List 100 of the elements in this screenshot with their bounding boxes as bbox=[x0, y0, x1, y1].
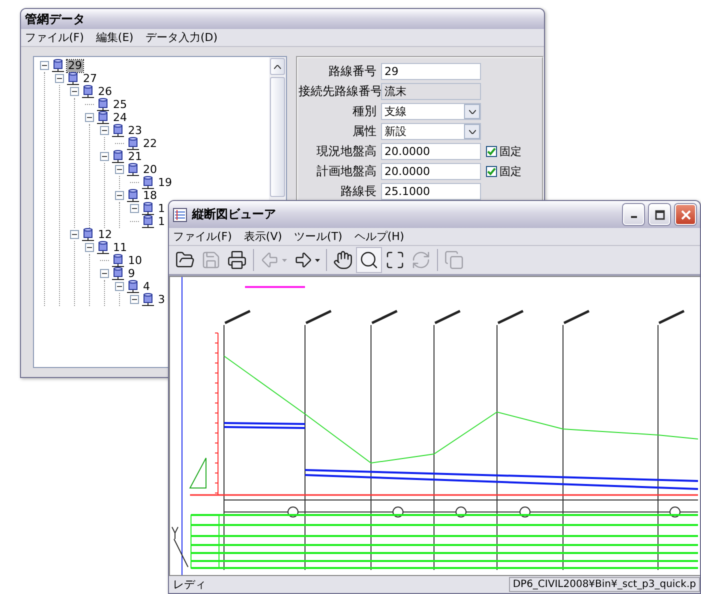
tree-item[interactable]: 4 bbox=[142, 280, 151, 292]
chevron-down-icon bbox=[468, 130, 476, 134]
refresh-icon bbox=[411, 250, 431, 270]
cylinder-icon bbox=[141, 202, 155, 215]
expander-icon[interactable] bbox=[130, 204, 139, 213]
cylinder-icon bbox=[126, 163, 140, 176]
checkbox-label: 固定 bbox=[499, 144, 522, 159]
input-field[interactable]: 29 bbox=[381, 63, 482, 80]
expander-icon[interactable] bbox=[40, 61, 49, 70]
field-label: 路線長 bbox=[339, 183, 378, 200]
field-label: 属性 bbox=[351, 123, 378, 140]
cylinder-icon bbox=[81, 228, 95, 241]
close-button[interactable] bbox=[675, 204, 696, 225]
cylinder-icon bbox=[96, 241, 110, 254]
expander-icon[interactable] bbox=[100, 269, 109, 278]
right-arrow-icon bbox=[293, 250, 313, 270]
cylinder-icon bbox=[126, 280, 140, 293]
cylinder-icon bbox=[96, 98, 110, 111]
checkbox[interactable] bbox=[486, 146, 498, 157]
window-title: 管網データ bbox=[25, 10, 86, 28]
cylinder-icon bbox=[111, 267, 125, 280]
input-field[interactable]: 25.1000 bbox=[381, 183, 482, 200]
tree-item[interactable]: 23 bbox=[127, 124, 143, 136]
menu-item[interactable]: 表示(V) bbox=[244, 229, 282, 244]
fit-frame-icon bbox=[385, 250, 405, 270]
cylinder-icon bbox=[141, 293, 155, 306]
field-label: 計画地盤高 bbox=[315, 163, 378, 180]
expander-icon[interactable] bbox=[100, 126, 109, 135]
tree-item[interactable]: 29 bbox=[67, 60, 83, 72]
status-path: DP6_CIVIL2008¥Bin¥_sct_p3_quick.p bbox=[508, 577, 700, 592]
scroll-up-button[interactable] bbox=[270, 58, 286, 75]
tree-item[interactable]: 24 bbox=[112, 112, 128, 124]
expander-icon[interactable] bbox=[85, 243, 94, 252]
dropdown[interactable]: 支線 bbox=[381, 103, 482, 120]
cylinder-icon bbox=[111, 150, 125, 163]
window-title: 縦断図ビューア bbox=[192, 206, 277, 223]
tree-item[interactable]: 20 bbox=[142, 164, 158, 176]
tree-item[interactable]: 19 bbox=[157, 176, 173, 188]
field-label: 接続先路線番号 bbox=[298, 83, 382, 100]
printer-icon bbox=[227, 250, 247, 270]
expander-icon[interactable] bbox=[85, 113, 94, 122]
tree-item[interactable]: 21 bbox=[127, 150, 143, 162]
field-label: 路線番号 bbox=[327, 63, 378, 80]
tree-item[interactable]: 3 bbox=[157, 294, 166, 306]
field-label: 現況地盤高 bbox=[315, 143, 378, 160]
chevron-up-icon bbox=[274, 64, 282, 68]
menu-item[interactable]: ファイル(F) bbox=[25, 30, 84, 45]
expander-icon[interactable] bbox=[130, 295, 139, 304]
menu-item[interactable]: 編集(E) bbox=[96, 30, 134, 45]
tree-item[interactable]: 10 bbox=[127, 254, 143, 266]
scrollbar-thumb[interactable] bbox=[270, 77, 286, 197]
menu-item[interactable]: ツール(T) bbox=[294, 229, 342, 244]
expander-icon[interactable] bbox=[115, 191, 124, 200]
tree-item[interactable]: 25 bbox=[112, 98, 128, 110]
readonly-field: 流末 bbox=[381, 83, 482, 100]
toolbar-button[interactable] bbox=[356, 247, 382, 273]
cylinder-icon bbox=[96, 111, 110, 124]
tree-item[interactable]: 27 bbox=[82, 72, 98, 84]
menu-item[interactable]: データ入力(D) bbox=[145, 30, 218, 45]
expander-icon[interactable] bbox=[115, 282, 124, 291]
input-field[interactable]: 20.0000 bbox=[381, 143, 482, 160]
cylinder-icon bbox=[141, 176, 155, 189]
menu-item[interactable]: ファイル(F) bbox=[173, 229, 232, 244]
chevron-down-icon bbox=[468, 110, 476, 114]
cylinder-icon bbox=[81, 85, 95, 98]
close-icon bbox=[680, 210, 690, 220]
maximize-icon bbox=[654, 210, 664, 220]
expander-icon[interactable] bbox=[70, 230, 79, 239]
cylinder-icon bbox=[141, 215, 155, 228]
checkbox-label: 固定 bbox=[499, 164, 522, 179]
expander-icon[interactable] bbox=[100, 152, 109, 161]
tree-item[interactable]: 1 bbox=[157, 202, 166, 214]
cylinder-icon bbox=[111, 254, 125, 267]
dropdown[interactable]: 新設 bbox=[381, 123, 482, 140]
tree-item[interactable]: 1 bbox=[157, 216, 166, 228]
tree-item[interactable]: 18 bbox=[142, 190, 158, 202]
tree-item[interactable]: 11 bbox=[112, 242, 128, 254]
input-field[interactable]: 20.0000 bbox=[381, 163, 482, 180]
cylinder-icon bbox=[51, 59, 65, 72]
cylinder-icon bbox=[126, 189, 140, 202]
tree-item[interactable]: 9 bbox=[127, 268, 136, 280]
folder-icon bbox=[175, 250, 195, 270]
field-label: 種別 bbox=[351, 103, 378, 120]
expander-icon[interactable] bbox=[55, 74, 64, 83]
left-arrow-icon bbox=[260, 250, 280, 270]
hand-icon bbox=[333, 250, 353, 270]
tree-item[interactable]: 26 bbox=[97, 86, 113, 98]
expander-icon[interactable] bbox=[70, 87, 79, 96]
status-text: レディ bbox=[172, 577, 207, 592]
windows-icon bbox=[444, 250, 464, 270]
tree-item[interactable]: 22 bbox=[142, 138, 158, 150]
menu-item[interactable]: ヘルプ(H) bbox=[354, 229, 404, 244]
minimize-button[interactable] bbox=[623, 204, 644, 225]
magnifier-icon bbox=[359, 250, 379, 270]
app-icon bbox=[173, 208, 187, 222]
tree-item[interactable]: 12 bbox=[97, 228, 113, 240]
cylinder-icon bbox=[126, 137, 140, 150]
expander-icon[interactable] bbox=[115, 165, 124, 174]
checkbox[interactable] bbox=[486, 166, 498, 177]
maximize-button[interactable] bbox=[649, 204, 670, 225]
